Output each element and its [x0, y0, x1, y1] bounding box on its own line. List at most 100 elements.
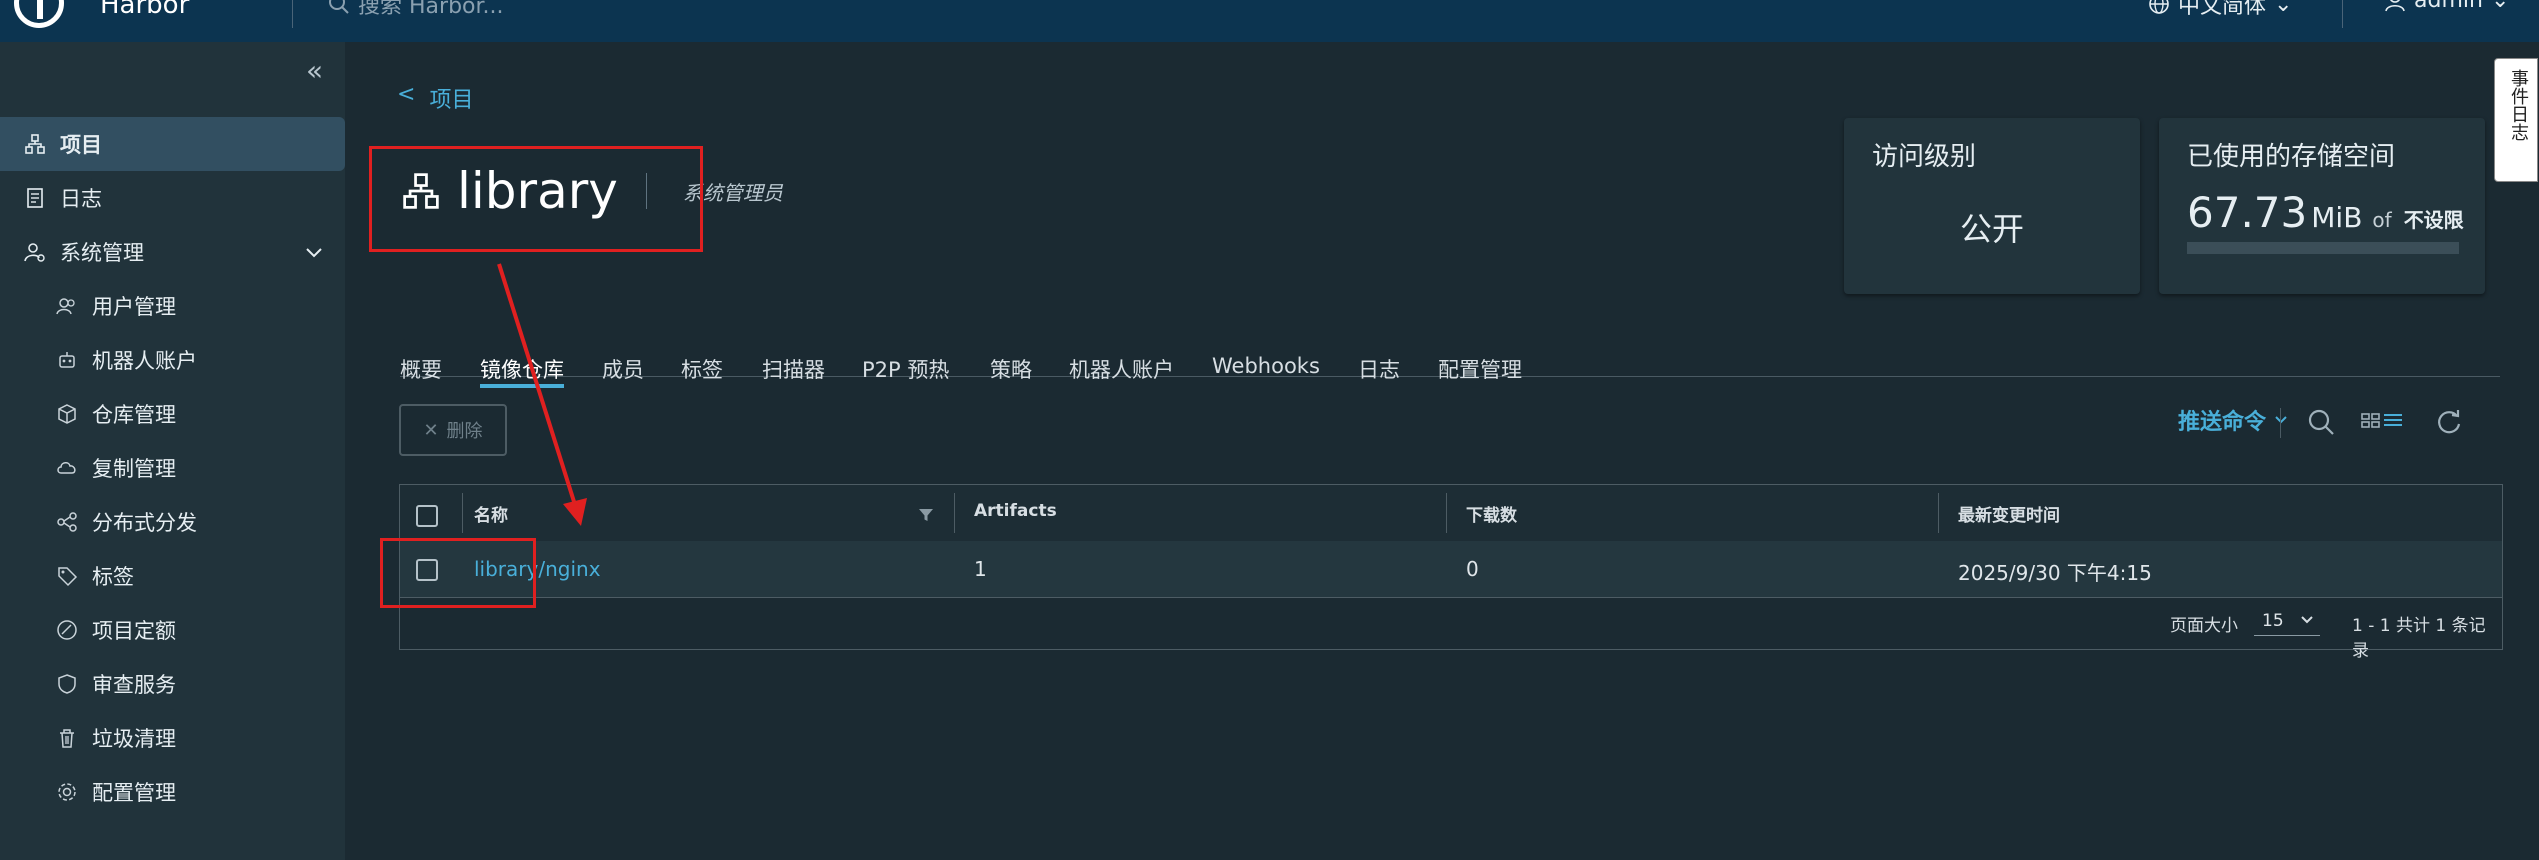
language-selector[interactable]: 中文简体 ⌄ — [2148, 0, 2292, 20]
storage-of: of — [2372, 208, 2392, 232]
user-icon — [2385, 0, 2405, 11]
grid-view-icon[interactable] — [2361, 410, 2381, 430]
sidebar-item-label: 日志 — [60, 187, 102, 211]
sidebar-item-registries[interactable]: 仓库管理 — [0, 387, 345, 441]
robot-icon — [56, 349, 78, 371]
column-header-artifacts[interactable]: Artifacts — [974, 501, 1057, 521]
sidebar-item-label: 复制管理 — [92, 457, 176, 481]
table-footer: 页面大小 15 1 - 1 共计 1 条记录 — [400, 597, 2502, 661]
header-divider — [292, 0, 293, 28]
page-size-select[interactable]: 15 — [2254, 607, 2320, 636]
storage-unit: MiB — [2311, 201, 2363, 234]
tab-p2p-preheat[interactable]: P2P 预热 — [862, 354, 949, 384]
search-icon[interactable] — [2307, 408, 2335, 436]
tab-webhooks[interactable]: Webhooks — [1212, 354, 1320, 378]
trash-icon — [56, 727, 78, 749]
annotation-arrow — [497, 263, 587, 526]
registry-icon — [56, 403, 78, 425]
column-header-updated[interactable]: 最新变更时间 — [1958, 501, 2060, 526]
storage-limit: 不设限 — [2403, 208, 2464, 232]
top-header: Harbor 搜索 Harbor... 中文简体 ⌄ admin ⌄ — [0, 0, 2539, 42]
quota-icon — [56, 619, 78, 641]
sidebar-item-gc[interactable]: 垃圾清理 — [0, 711, 345, 765]
distribution-icon — [56, 511, 78, 533]
brand-name[interactable]: Harbor — [100, 0, 189, 20]
pagination-summary: 1 - 1 共计 1 条记录 — [2352, 616, 2486, 661]
storage-card: 已使用的存储空间 67.73 MiB of 不设限 — [2159, 118, 2485, 294]
sidebar-item-label: 机器人账户 — [92, 349, 197, 373]
chevron-down-icon: ⌄ — [2274, 0, 2293, 17]
sidebar-item-admin[interactable]: 系统管理 — [0, 225, 345, 279]
storage-progress-bar — [2187, 242, 2459, 254]
update-time: 2025/9/30 下午4:15 — [1958, 561, 2152, 585]
tab-robot-accounts[interactable]: 机器人账户 — [1069, 354, 1174, 384]
sidebar-item-label: 项目 — [60, 133, 102, 157]
sidebar-item-robot-accounts[interactable]: 机器人账户 — [0, 333, 345, 387]
chevron-down-icon — [2275, 416, 2287, 424]
sidebar-item-interrogation[interactable]: 审查服务 — [0, 657, 345, 711]
sidebar-item-distribution[interactable]: 分布式分发 — [0, 495, 345, 549]
sidebar: « 项目 日志 系统管理 用户管理 机器人账户 仓库管理 复制管理 分布式分发 … — [0, 42, 345, 860]
search-input[interactable]: 搜索 Harbor... — [358, 0, 504, 20]
log-icon — [24, 187, 46, 209]
storage-value: 67.73 — [2187, 188, 2308, 237]
language-label: 中文简体 — [2178, 0, 2267, 19]
global-search[interactable]: 搜索 Harbor... — [328, 0, 504, 20]
sidebar-item-label: 配置管理 — [92, 781, 176, 805]
artifact-count: 1 — [974, 557, 987, 581]
tab-logs[interactable]: 日志 — [1358, 354, 1400, 384]
sidebar-item-label: 系统管理 — [60, 241, 144, 265]
sidebar-item-configuration[interactable]: 配置管理 — [0, 765, 345, 819]
toolbar-divider — [2280, 408, 2281, 438]
push-command-label: 推送命令 — [2178, 410, 2267, 435]
access-level-value: 公开 — [1960, 210, 2025, 248]
sidebar-item-logs[interactable]: 日志 — [0, 171, 345, 225]
refresh-icon[interactable] — [2435, 408, 2463, 436]
collapse-sidebar-icon[interactable]: « — [306, 54, 323, 87]
storage-label: 已使用的存储空间 — [2187, 142, 2396, 172]
tab-scanner[interactable]: 扫描器 — [762, 354, 825, 384]
tab-configuration[interactable]: 配置管理 — [1438, 354, 1522, 384]
sidebar-item-users[interactable]: 用户管理 — [0, 279, 345, 333]
column-divider — [1938, 493, 1939, 533]
sidebar-item-quotas[interactable]: 项目定额 — [0, 603, 345, 657]
push-command-button[interactable]: 推送命令 — [2178, 404, 2288, 436]
sidebar-item-labels[interactable]: 标签 — [0, 549, 345, 603]
sidebar-item-replications[interactable]: 复制管理 — [0, 441, 345, 495]
column-divider — [954, 493, 955, 533]
storage-quota: 67.73 MiB of 不设限 — [2187, 188, 2464, 237]
list-view-icon[interactable] — [2383, 410, 2403, 430]
chevron-down-icon — [2301, 616, 2313, 624]
page-size-label: 页面大小 — [2170, 616, 2238, 636]
chevron-down-icon — [304, 241, 324, 265]
access-level-label: 访问级别 — [1872, 142, 1977, 172]
sidebar-item-label: 项目定额 — [92, 619, 176, 643]
sidebar-item-label: 标签 — [92, 565, 134, 589]
users-icon — [56, 295, 78, 317]
tab-policy[interactable]: 策略 — [990, 354, 1032, 384]
column-header-pulls[interactable]: 下载数 — [1466, 501, 1517, 526]
sidebar-item-label: 仓库管理 — [92, 403, 176, 427]
header-divider — [2342, 0, 2343, 28]
page-size-value: 15 — [2262, 611, 2284, 631]
sidebar-item-label: 用户管理 — [92, 295, 176, 319]
tag-icon — [56, 565, 78, 587]
harbor-logo-icon[interactable] — [14, 0, 64, 28]
sidebar-item-projects[interactable]: 项目 — [0, 117, 345, 171]
search-icon — [329, 0, 349, 14]
username: admin — [2414, 0, 2483, 13]
chevron-down-icon: ⌄ — [2490, 0, 2510, 13]
projects-icon — [24, 133, 46, 155]
gear-icon — [56, 781, 78, 803]
sidebar-item-label: 垃圾清理 — [92, 727, 176, 751]
main-content: < 项目 library 系统管理员 访问级别 公开 已使用的存储空间 67.7… — [345, 42, 2539, 860]
event-log-tab[interactable]: 事件日志 — [2494, 58, 2538, 182]
user-menu[interactable]: admin ⌄ — [2384, 0, 2509, 13]
filter-icon[interactable] — [918, 507, 934, 523]
replication-icon — [56, 457, 78, 479]
pull-count: 0 — [1466, 557, 1479, 581]
admin-icon — [24, 241, 46, 263]
event-log-label: 事件日志 — [2508, 69, 2529, 141]
access-level-card: 访问级别 公开 — [1844, 118, 2140, 294]
shield-icon — [56, 673, 78, 695]
